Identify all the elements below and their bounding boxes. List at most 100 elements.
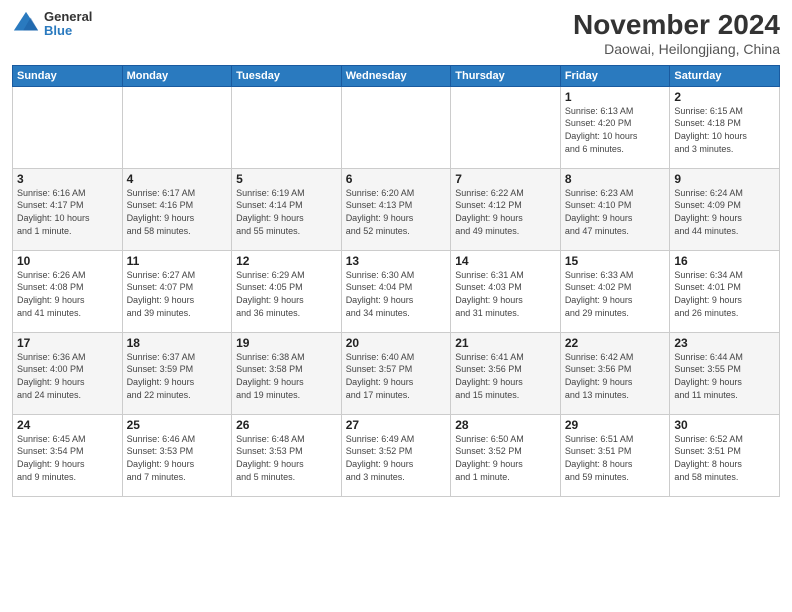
calendar-cell: 14Sunrise: 6:31 AMSunset: 4:03 PMDayligh… <box>451 250 561 332</box>
day-info: Sunrise: 6:52 AMSunset: 3:51 PMDaylight:… <box>674 433 775 483</box>
calendar-cell: 11Sunrise: 6:27 AMSunset: 4:07 PMDayligh… <box>122 250 232 332</box>
calendar-cell: 23Sunrise: 6:44 AMSunset: 3:55 PMDayligh… <box>670 332 780 414</box>
day-number: 2 <box>674 90 775 104</box>
weekday-header: Thursday <box>451 65 561 86</box>
day-number: 12 <box>236 254 337 268</box>
day-number: 20 <box>346 336 447 350</box>
day-info: Sunrise: 6:31 AMSunset: 4:03 PMDaylight:… <box>455 269 556 319</box>
calendar-cell: 28Sunrise: 6:50 AMSunset: 3:52 PMDayligh… <box>451 414 561 496</box>
day-number: 9 <box>674 172 775 186</box>
day-number: 23 <box>674 336 775 350</box>
logo-blue: Blue <box>44 24 92 38</box>
calendar-cell <box>341 86 451 168</box>
day-number: 30 <box>674 418 775 432</box>
day-number: 14 <box>455 254 556 268</box>
calendar-cell: 2Sunrise: 6:15 AMSunset: 4:18 PMDaylight… <box>670 86 780 168</box>
day-info: Sunrise: 6:44 AMSunset: 3:55 PMDaylight:… <box>674 351 775 401</box>
calendar-cell: 17Sunrise: 6:36 AMSunset: 4:00 PMDayligh… <box>13 332 123 414</box>
day-number: 21 <box>455 336 556 350</box>
weekday-header-row: SundayMondayTuesdayWednesdayThursdayFrid… <box>13 65 780 86</box>
calendar-cell: 25Sunrise: 6:46 AMSunset: 3:53 PMDayligh… <box>122 414 232 496</box>
day-info: Sunrise: 6:51 AMSunset: 3:51 PMDaylight:… <box>565 433 666 483</box>
calendar-cell: 8Sunrise: 6:23 AMSunset: 4:10 PMDaylight… <box>560 168 670 250</box>
calendar-cell: 12Sunrise: 6:29 AMSunset: 4:05 PMDayligh… <box>232 250 342 332</box>
calendar-cell: 7Sunrise: 6:22 AMSunset: 4:12 PMDaylight… <box>451 168 561 250</box>
day-info: Sunrise: 6:40 AMSunset: 3:57 PMDaylight:… <box>346 351 447 401</box>
day-info: Sunrise: 6:24 AMSunset: 4:09 PMDaylight:… <box>674 187 775 237</box>
day-number: 11 <box>127 254 228 268</box>
day-info: Sunrise: 6:50 AMSunset: 3:52 PMDaylight:… <box>455 433 556 483</box>
day-info: Sunrise: 6:48 AMSunset: 3:53 PMDaylight:… <box>236 433 337 483</box>
day-info: Sunrise: 6:13 AMSunset: 4:20 PMDaylight:… <box>565 105 666 155</box>
day-number: 22 <box>565 336 666 350</box>
day-info: Sunrise: 6:33 AMSunset: 4:02 PMDaylight:… <box>565 269 666 319</box>
day-number: 13 <box>346 254 447 268</box>
day-number: 4 <box>127 172 228 186</box>
day-number: 6 <box>346 172 447 186</box>
weekday-header: Wednesday <box>341 65 451 86</box>
day-info: Sunrise: 6:23 AMSunset: 4:10 PMDaylight:… <box>565 187 666 237</box>
calendar-cell: 24Sunrise: 6:45 AMSunset: 3:54 PMDayligh… <box>13 414 123 496</box>
day-number: 8 <box>565 172 666 186</box>
day-info: Sunrise: 6:17 AMSunset: 4:16 PMDaylight:… <box>127 187 228 237</box>
day-info: Sunrise: 6:42 AMSunset: 3:56 PMDaylight:… <box>565 351 666 401</box>
calendar-cell: 20Sunrise: 6:40 AMSunset: 3:57 PMDayligh… <box>341 332 451 414</box>
month-title: November 2024 <box>573 10 780 41</box>
day-info: Sunrise: 6:19 AMSunset: 4:14 PMDaylight:… <box>236 187 337 237</box>
day-number: 15 <box>565 254 666 268</box>
day-info: Sunrise: 6:30 AMSunset: 4:04 PMDaylight:… <box>346 269 447 319</box>
calendar-week-row: 17Sunrise: 6:36 AMSunset: 4:00 PMDayligh… <box>13 332 780 414</box>
day-info: Sunrise: 6:26 AMSunset: 4:08 PMDaylight:… <box>17 269 118 319</box>
calendar-cell: 29Sunrise: 6:51 AMSunset: 3:51 PMDayligh… <box>560 414 670 496</box>
logo-icon <box>12 10 40 38</box>
day-info: Sunrise: 6:34 AMSunset: 4:01 PMDaylight:… <box>674 269 775 319</box>
calendar-cell: 27Sunrise: 6:49 AMSunset: 3:52 PMDayligh… <box>341 414 451 496</box>
weekday-header: Sunday <box>13 65 123 86</box>
calendar-cell <box>451 86 561 168</box>
logo-general: General <box>44 10 92 24</box>
day-info: Sunrise: 6:16 AMSunset: 4:17 PMDaylight:… <box>17 187 118 237</box>
day-info: Sunrise: 6:29 AMSunset: 4:05 PMDaylight:… <box>236 269 337 319</box>
calendar-cell <box>13 86 123 168</box>
day-number: 19 <box>236 336 337 350</box>
day-number: 27 <box>346 418 447 432</box>
calendar-cell: 4Sunrise: 6:17 AMSunset: 4:16 PMDaylight… <box>122 168 232 250</box>
calendar-cell: 10Sunrise: 6:26 AMSunset: 4:08 PMDayligh… <box>13 250 123 332</box>
day-number: 5 <box>236 172 337 186</box>
calendar-cell: 13Sunrise: 6:30 AMSunset: 4:04 PMDayligh… <box>341 250 451 332</box>
calendar-cell <box>122 86 232 168</box>
logo-text: General Blue <box>44 10 92 39</box>
day-number: 3 <box>17 172 118 186</box>
calendar-cell: 9Sunrise: 6:24 AMSunset: 4:09 PMDaylight… <box>670 168 780 250</box>
day-info: Sunrise: 6:36 AMSunset: 4:00 PMDaylight:… <box>17 351 118 401</box>
day-number: 18 <box>127 336 228 350</box>
weekday-header: Saturday <box>670 65 780 86</box>
day-info: Sunrise: 6:41 AMSunset: 3:56 PMDaylight:… <box>455 351 556 401</box>
day-info: Sunrise: 6:46 AMSunset: 3:53 PMDaylight:… <box>127 433 228 483</box>
calendar-week-row: 10Sunrise: 6:26 AMSunset: 4:08 PMDayligh… <box>13 250 780 332</box>
calendar-cell: 3Sunrise: 6:16 AMSunset: 4:17 PMDaylight… <box>13 168 123 250</box>
day-number: 1 <box>565 90 666 104</box>
weekday-header: Friday <box>560 65 670 86</box>
calendar-week-row: 24Sunrise: 6:45 AMSunset: 3:54 PMDayligh… <box>13 414 780 496</box>
day-number: 25 <box>127 418 228 432</box>
calendar-cell: 19Sunrise: 6:38 AMSunset: 3:58 PMDayligh… <box>232 332 342 414</box>
calendar-cell: 15Sunrise: 6:33 AMSunset: 4:02 PMDayligh… <box>560 250 670 332</box>
calendar-cell: 1Sunrise: 6:13 AMSunset: 4:20 PMDaylight… <box>560 86 670 168</box>
calendar-cell: 16Sunrise: 6:34 AMSunset: 4:01 PMDayligh… <box>670 250 780 332</box>
day-number: 10 <box>17 254 118 268</box>
day-info: Sunrise: 6:45 AMSunset: 3:54 PMDaylight:… <box>17 433 118 483</box>
page: General Blue November 2024 Daowai, Heilo… <box>0 0 792 612</box>
day-number: 7 <box>455 172 556 186</box>
calendar-week-row: 3Sunrise: 6:16 AMSunset: 4:17 PMDaylight… <box>13 168 780 250</box>
calendar-cell: 6Sunrise: 6:20 AMSunset: 4:13 PMDaylight… <box>341 168 451 250</box>
weekday-header: Monday <box>122 65 232 86</box>
day-info: Sunrise: 6:38 AMSunset: 3:58 PMDaylight:… <box>236 351 337 401</box>
header: General Blue November 2024 Daowai, Heilo… <box>12 10 780 57</box>
calendar-cell: 22Sunrise: 6:42 AMSunset: 3:56 PMDayligh… <box>560 332 670 414</box>
calendar-cell: 21Sunrise: 6:41 AMSunset: 3:56 PMDayligh… <box>451 332 561 414</box>
logo: General Blue <box>12 10 92 39</box>
weekday-header: Tuesday <box>232 65 342 86</box>
day-number: 29 <box>565 418 666 432</box>
day-info: Sunrise: 6:27 AMSunset: 4:07 PMDaylight:… <box>127 269 228 319</box>
